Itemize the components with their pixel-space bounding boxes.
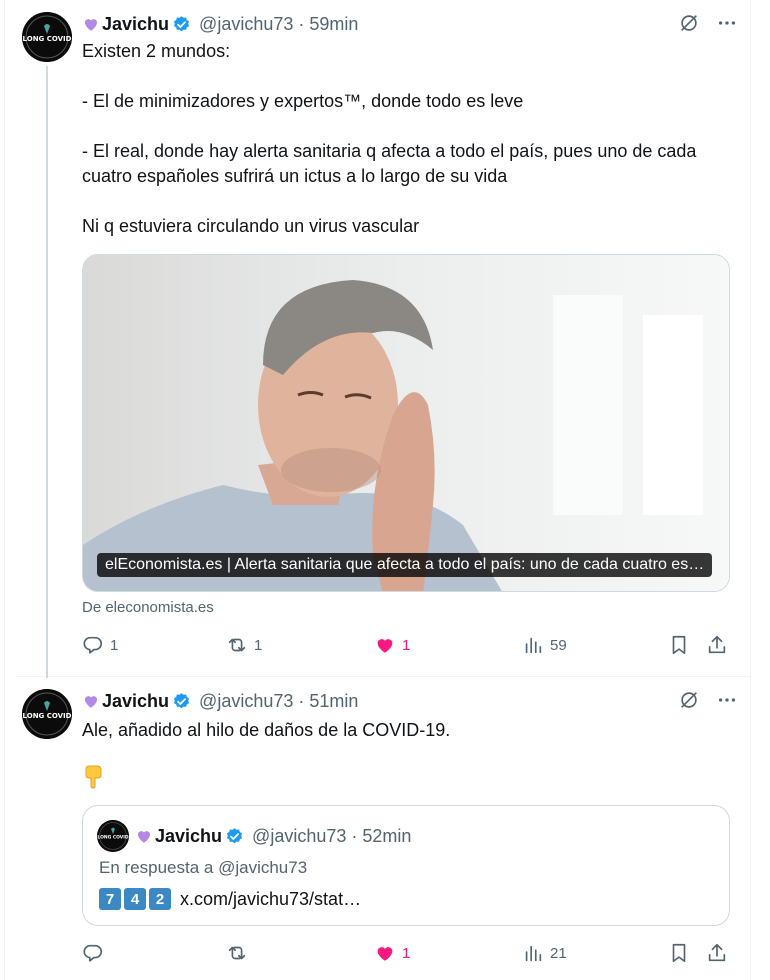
heart-emoji-icon — [85, 696, 97, 708]
keycap-2: 2 — [149, 888, 171, 910]
share-icon — [708, 635, 726, 654]
timestamp[interactable]: 59min — [309, 14, 358, 35]
views-button[interactable]: 21 — [522, 942, 567, 964]
verified-badge-icon — [174, 15, 190, 31]
grok-icon[interactable] — [678, 12, 700, 34]
tweet-actions: 1 21 — [82, 942, 732, 968]
tweet-header: Javichu @javichu73 · 59min — [82, 12, 738, 36]
views-count: 21 — [550, 944, 567, 962]
tweet-header: Javichu @javichu73 · 51min — [82, 689, 738, 713]
card-image — [83, 255, 729, 591]
heart-emoji-icon — [138, 831, 150, 843]
timeline-border-right — [750, 0, 751, 980]
like-count: 1 — [402, 944, 411, 962]
avatar[interactable]: LONG COVID — [22, 689, 72, 739]
header-actions — [678, 689, 738, 711]
like-icon — [377, 639, 393, 653]
retweet-count: 1 — [254, 636, 263, 654]
separator-dot: · — [351, 825, 358, 846]
views-icon — [525, 945, 542, 962]
keycap-7: 7 — [99, 888, 121, 910]
separator-dot: · — [298, 690, 305, 711]
header-actions — [678, 12, 738, 34]
author-handle[interactable]: @javichu73 — [199, 691, 293, 712]
timeline-border-left — [4, 0, 5, 980]
thread-connector — [46, 66, 48, 678]
more-icon[interactable] — [716, 12, 738, 34]
author-name[interactable]: Javichu — [102, 14, 169, 35]
bookmark-icon — [672, 943, 686, 963]
avatar-text: LONG COVID — [23, 712, 72, 720]
reply-button[interactable] — [82, 942, 110, 964]
quote-link[interactable]: x.com/javichu73/stat… — [180, 889, 361, 910]
like-button[interactable]: 1 — [374, 634, 410, 656]
quote-author-handle: @javichu73 — [252, 825, 347, 846]
tweet-text: Ale, añadido al hilo de daños de la COVI… — [82, 720, 451, 740]
link-card[interactable]: elEconomista.es | Alerta sanitaria que a… — [82, 254, 730, 592]
views-icon — [525, 637, 542, 654]
avatar-text: LONG COVID — [23, 35, 72, 43]
share-icon — [708, 943, 726, 962]
reply-count: 1 — [110, 636, 119, 654]
retweet-button[interactable] — [226, 942, 254, 964]
like-button[interactable]: 1 — [374, 942, 410, 964]
author-handle[interactable]: @javichu73 — [199, 14, 293, 35]
tweet[interactable]: LONG COVID Javichu @javichu73 · 59min Ex… — [16, 0, 750, 678]
verified-badge-icon — [227, 827, 243, 843]
quote-timestamp: 52min — [362, 825, 412, 846]
tweet-actions: 1 1 1 59 — [82, 634, 732, 660]
more-icon[interactable] — [716, 689, 738, 711]
author-name[interactable]: Javichu — [102, 691, 169, 712]
grok-icon[interactable] — [678, 689, 700, 711]
quote-author-name: Javichu — [155, 825, 223, 846]
quote-header: LONG COVID Javichu @javichu73 · 52min — [97, 820, 411, 852]
share-button[interactable] — [706, 634, 728, 656]
retweet-button[interactable]: 1 — [226, 634, 262, 656]
heart-emoji-icon — [85, 19, 97, 31]
retweet-icon — [228, 638, 246, 652]
bookmark-button[interactable] — [668, 942, 690, 964]
bookmark-icon — [672, 635, 686, 655]
quoted-tweet[interactable]: LONG COVID Javichu @javichu73 · 52min En… — [82, 805, 730, 926]
tweet[interactable]: LONG COVID Javichu @javichu73 · 51min Al… — [16, 677, 750, 980]
pointing-down-emoji-icon — [85, 765, 102, 789]
card-caption: elEconomista.es | Alerta sanitaria que a… — [97, 553, 713, 577]
bookmark-button[interactable] — [668, 634, 690, 656]
reply-icon — [83, 636, 103, 654]
separator-dot: · — [298, 13, 305, 34]
timestamp[interactable]: 51min — [309, 691, 358, 712]
verified-badge-icon — [174, 692, 190, 708]
views-count: 59 — [550, 636, 567, 654]
quote-reply-context: En respuesta a @javichu73 — [99, 858, 308, 877]
avatar[interactable]: LONG COVID — [22, 12, 72, 62]
card-source[interactable]: De eleconomista.es — [82, 599, 214, 616]
like-icon — [377, 947, 393, 961]
quote-text: 7 4 2 x.com/javichu73/stat… — [99, 888, 361, 910]
reply-button[interactable]: 1 — [82, 634, 118, 656]
avatar-text: LONG COVID — [97, 835, 129, 841]
views-button[interactable]: 59 — [522, 634, 567, 656]
quote-avatar: LONG COVID — [97, 820, 129, 852]
like-count: 1 — [402, 636, 411, 654]
retweet-icon — [228, 946, 246, 960]
tweet-text: Existen 2 mundos: - El de minimizadores … — [82, 41, 697, 236]
reply-icon — [83, 944, 103, 962]
keycap-4: 4 — [124, 888, 146, 910]
share-button[interactable] — [706, 942, 728, 964]
